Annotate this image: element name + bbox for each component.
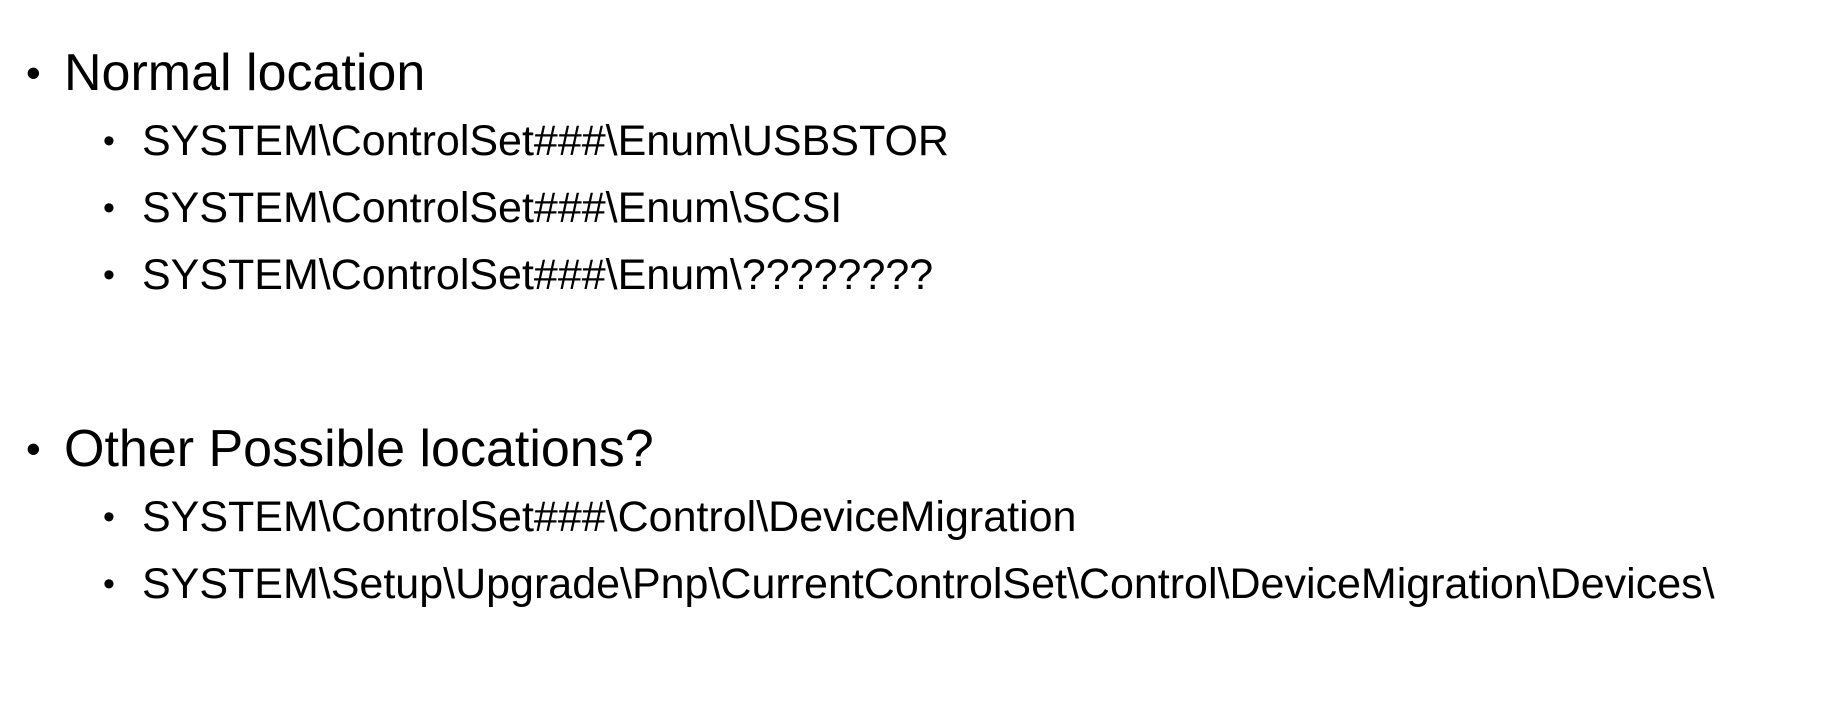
bullet-heading: • Other Possible locations? [0, 416, 1824, 482]
heading-text: Other Possible locations? [64, 420, 654, 478]
list-item: • SYSTEM\ControlSet###\Enum\SCSI [0, 181, 1824, 235]
bullet-dot-icon: • [103, 122, 115, 160]
registry-path: SYSTEM\ControlSet###\Enum\???????? [142, 251, 934, 299]
bullet-dot-icon: • [26, 425, 41, 472]
registry-path: SYSTEM\ControlSet###\Enum\SCSI [142, 184, 843, 232]
sub-bullet-list: • SYSTEM\ControlSet###\Control\DeviceMig… [0, 490, 1824, 611]
list-item: • SYSTEM\ControlSet###\Enum\???????? [0, 248, 1824, 302]
list-item: • SYSTEM\Setup\Upgrade\Pnp\CurrentContro… [0, 557, 1824, 611]
section-other-locations: • Other Possible locations? • SYSTEM\Con… [0, 416, 1824, 624]
registry-path: SYSTEM\Setup\Upgrade\Pnp\CurrentControlS… [142, 560, 1715, 608]
section-normal-location: • Normal location • SYSTEM\ControlSet###… [0, 40, 1824, 315]
bullet-heading: • Normal location [0, 40, 1824, 106]
registry-path: SYSTEM\ControlSet###\Control\DeviceMigra… [142, 493, 1077, 541]
heading-text: Normal location [64, 44, 426, 102]
bullet-dot-icon: • [103, 189, 115, 227]
slide: • Normal location • SYSTEM\ControlSet###… [0, 0, 1824, 708]
bullet-dot-icon: • [103, 256, 115, 294]
bullet-dot-icon: • [103, 565, 115, 603]
list-item: • SYSTEM\ControlSet###\Enum\USBSTOR [0, 114, 1824, 168]
bullet-dot-icon: • [103, 498, 115, 536]
list-item: • SYSTEM\ControlSet###\Control\DeviceMig… [0, 490, 1824, 544]
registry-path: SYSTEM\ControlSet###\Enum\USBSTOR [142, 117, 949, 165]
sub-bullet-list: • SYSTEM\ControlSet###\Enum\USBSTOR • SY… [0, 114, 1824, 302]
bullet-dot-icon: • [26, 49, 41, 96]
